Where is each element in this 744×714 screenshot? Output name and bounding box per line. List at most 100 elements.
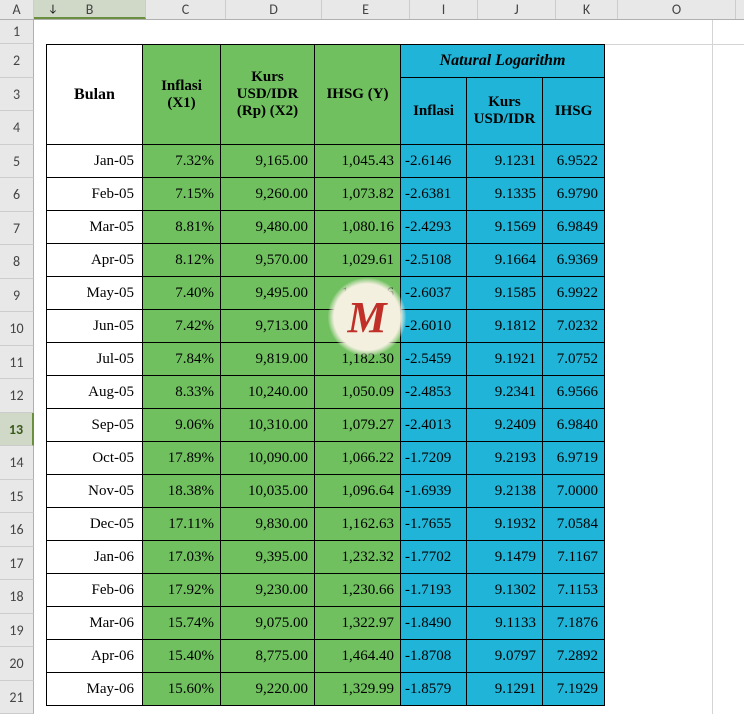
cell-ln_kurs[interactable]: 9.1585 [467, 277, 543, 310]
cell-kurs[interactable]: 10,035.00 [221, 475, 315, 508]
cell-ln_kurs[interactable]: 9.2138 [467, 475, 543, 508]
cell-inflasi[interactable]: 8.33% [143, 376, 221, 409]
table-row[interactable]: Jan-0617.03%9,395.001,232.32-1.77029.147… [47, 541, 605, 574]
cell-inflasi[interactable]: 8.12% [143, 244, 221, 277]
table-row[interactable]: Nov-0518.38%10,035.001,096.64-1.69399.21… [47, 475, 605, 508]
cell-ihsg[interactable]: 1,050.09 [315, 376, 401, 409]
cell-ihsg[interactable]: 1,029.61 [315, 244, 401, 277]
cell-ln_inf[interactable]: -1.8490 [401, 607, 467, 640]
cell-kurs[interactable]: 9,819.00 [221, 343, 315, 376]
cell-ln_kurs[interactable]: 9.1479 [467, 541, 543, 574]
cell-ln_inf[interactable]: -1.8708 [401, 640, 467, 673]
cell-ln_kurs[interactable]: 9.1921 [467, 343, 543, 376]
cell-bulan[interactable]: Apr-05 [47, 244, 143, 277]
cell-bulan[interactable]: Jul-05 [47, 343, 143, 376]
cell-ln_ihsg[interactable]: 7.1167 [543, 541, 605, 574]
cell-ln_kurs[interactable]: 9.1335 [467, 178, 543, 211]
col-header-i[interactable]: I [410, 0, 478, 19]
cell-bulan[interactable]: Mar-06 [47, 607, 143, 640]
row-header-8[interactable]: 8 [0, 245, 34, 279]
row-header-14[interactable]: 14 [0, 446, 34, 480]
cell-kurs[interactable]: 9,075.00 [221, 607, 315, 640]
cell-inflasi[interactable]: 17.89% [143, 442, 221, 475]
cell-inflasi[interactable]: 7.42% [143, 310, 221, 343]
table-row[interactable]: Mar-058.81%9,480.001,080.16-2.42939.1569… [47, 211, 605, 244]
cell-ln_inf[interactable]: -2.4293 [401, 211, 467, 244]
cell-ln_ihsg[interactable]: 6.9922 [543, 277, 605, 310]
cell-ln_inf[interactable]: -1.6939 [401, 475, 467, 508]
col-header-j[interactable]: J [478, 0, 556, 19]
cell-ln_ihsg[interactable]: 7.0232 [543, 310, 605, 343]
row-header-17[interactable]: 17 [0, 547, 34, 581]
col-header-e[interactable]: E [322, 0, 410, 19]
cell-bulan[interactable]: Mar-05 [47, 211, 143, 244]
cell-inflasi[interactable]: 15.40% [143, 640, 221, 673]
header-ln-ihsg[interactable]: IHSG [543, 78, 605, 145]
header-ihsg[interactable]: IHSG (Y) [315, 45, 401, 145]
table-row[interactable]: Apr-0615.40%8,775.001,464.40-1.87089.079… [47, 640, 605, 673]
cell-inflasi[interactable]: 15.74% [143, 607, 221, 640]
cell-bulan[interactable]: Jan-05 [47, 145, 143, 178]
table-row[interactable]: Feb-057.15%9,260.001,073.82-2.63819.1335… [47, 178, 605, 211]
cell-bulan[interactable]: Oct-05 [47, 442, 143, 475]
cell-ln_kurs[interactable]: 9.1932 [467, 508, 543, 541]
cell-ln_ihsg[interactable]: 6.9522 [543, 145, 605, 178]
row-header-6[interactable]: 6 [0, 178, 34, 212]
cell-inflasi[interactable]: 7.40% [143, 277, 221, 310]
row-header-21[interactable]: 21 [0, 681, 34, 714]
col-header-c[interactable]: C [146, 0, 226, 19]
cell-ihsg[interactable]: 1,329.99 [315, 673, 401, 706]
row-header-15[interactable]: 15 [0, 480, 34, 514]
cell-ihsg[interactable]: 1,079.27 [315, 409, 401, 442]
cell-bulan[interactable]: May-05 [47, 277, 143, 310]
cell-kurs[interactable]: 9,480.00 [221, 211, 315, 244]
cell-ln_kurs[interactable]: 9.1664 [467, 244, 543, 277]
table-row[interactable]: Sep-059.06%10,310.001,079.27-2.40139.240… [47, 409, 605, 442]
cell-ln_inf[interactable]: -1.7702 [401, 541, 467, 574]
cell-ln_kurs[interactable]: 9.1302 [467, 574, 543, 607]
cell-ihsg[interactable]: 1,230.66 [315, 574, 401, 607]
cell-bulan[interactable]: Jan-06 [47, 541, 143, 574]
header-ln-inflasi[interactable]: Inflasi [401, 78, 467, 145]
cell-ln_inf[interactable]: -2.5459 [401, 343, 467, 376]
table-row[interactable]: Jun-057.42%9,713.001,122.37-2.60109.1812… [47, 310, 605, 343]
cell-ihsg[interactable]: 1,162.63 [315, 508, 401, 541]
cell-ln_ihsg[interactable]: 7.2892 [543, 640, 605, 673]
row-header-18[interactable]: 18 [0, 580, 34, 614]
row-header-9[interactable]: 9 [0, 279, 34, 313]
table-row[interactable]: Jan-057.32%9,165.001,045.43-2.61469.1231… [47, 145, 605, 178]
cell-bulan[interactable]: May-06 [47, 673, 143, 706]
cell-ln_ihsg[interactable]: 7.1929 [543, 673, 605, 706]
cell-ihsg[interactable]: 1,322.97 [315, 607, 401, 640]
cell-inflasi[interactable]: 17.03% [143, 541, 221, 574]
table-row[interactable]: Dec-0517.11%9,830.001,162.63-1.76559.193… [47, 508, 605, 541]
cell-kurs[interactable]: 8,775.00 [221, 640, 315, 673]
cell-inflasi[interactable]: 18.38% [143, 475, 221, 508]
cell-ln_ihsg[interactable]: 7.1876 [543, 607, 605, 640]
cell-bulan[interactable]: Jun-05 [47, 310, 143, 343]
cell-kurs[interactable]: 9,260.00 [221, 178, 315, 211]
grid-area[interactable]: Bulan Inflasi (X1) Kurs USD/IDR (Rp) (X2… [34, 20, 744, 714]
row-header-4[interactable]: 4 [0, 111, 34, 145]
cell-ln_ihsg[interactable]: 7.0584 [543, 508, 605, 541]
cell-ln_kurs[interactable]: 9.2193 [467, 442, 543, 475]
cell-bulan[interactable]: Dec-05 [47, 508, 143, 541]
cell-ln_ihsg[interactable]: 6.9840 [543, 409, 605, 442]
row-header-19[interactable]: 19 [0, 614, 34, 648]
row-header-1[interactable]: 1 [0, 20, 34, 44]
cell-kurs[interactable]: 9,395.00 [221, 541, 315, 574]
cell-kurs[interactable]: 10,310.00 [221, 409, 315, 442]
cell-ln_inf[interactable]: -2.4853 [401, 376, 467, 409]
table-row[interactable]: Aug-058.33%10,240.001,050.09-2.48539.234… [47, 376, 605, 409]
cell-ln_ihsg[interactable]: 6.9849 [543, 211, 605, 244]
col-header-a[interactable]: A [0, 0, 34, 19]
cell-bulan[interactable]: Feb-06 [47, 574, 143, 607]
col-header-k[interactable]: K [556, 0, 618, 19]
header-kurs[interactable]: Kurs USD/IDR (Rp) (X2) [221, 45, 315, 145]
cell-inflasi[interactable]: 7.84% [143, 343, 221, 376]
table-row[interactable]: May-057.40%9,495.001,088.16-2.60379.1585… [47, 277, 605, 310]
cell-ln_kurs[interactable]: 9.2409 [467, 409, 543, 442]
cell-kurs[interactable]: 10,240.00 [221, 376, 315, 409]
cell-kurs[interactable]: 9,230.00 [221, 574, 315, 607]
table-row[interactable]: Oct-0517.89%10,090.001,066.22-1.72099.21… [47, 442, 605, 475]
